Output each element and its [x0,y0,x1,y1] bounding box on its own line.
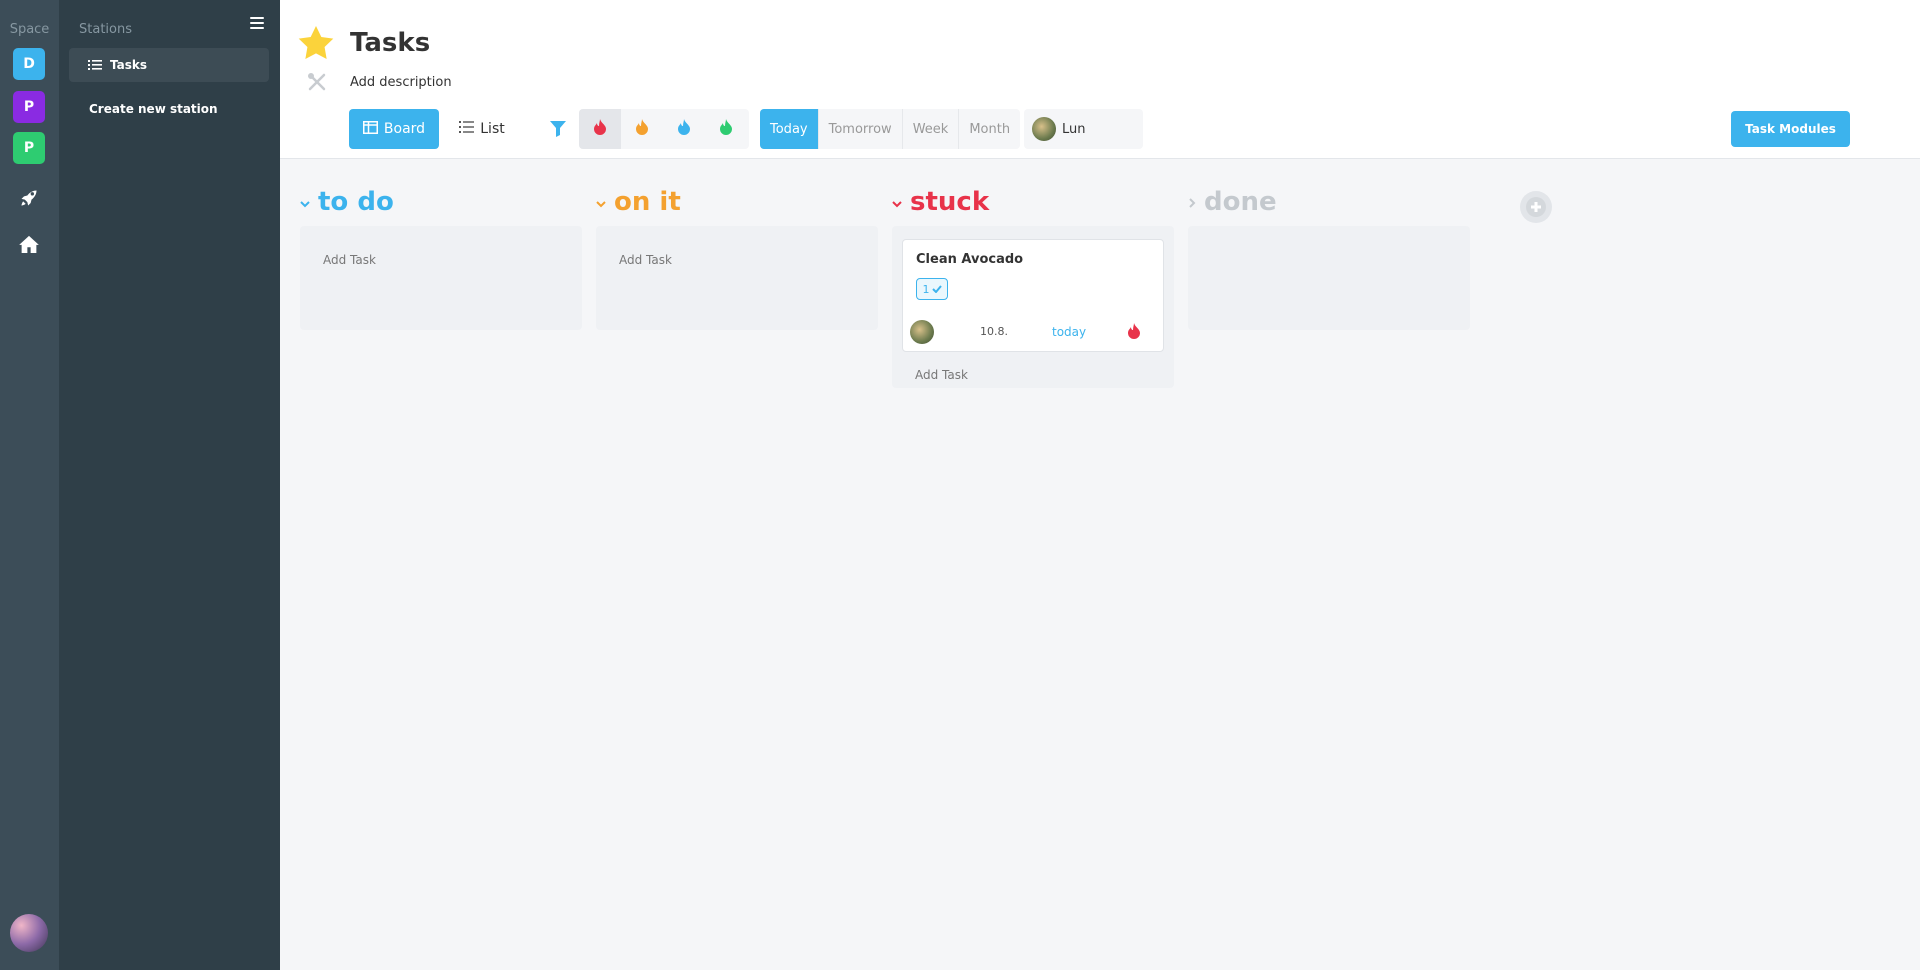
add-task-button[interactable]: Add Task [310,239,572,267]
column-body: Clean Avocado 1 10.8. today Add Task [892,226,1174,388]
stations-title: Stations [79,22,132,37]
space-title: Space [9,22,50,37]
priority-none-button[interactable] [705,109,747,149]
station-item-label: Tasks [110,58,148,72]
flame-high-icon[interactable] [1128,323,1140,343]
column-header: to do [300,186,582,218]
task-date: 10.8. [980,325,1008,338]
list-view-label: List [480,121,505,137]
station-item-tasks[interactable]: Tasks [69,48,269,82]
column-title[interactable]: done [1204,187,1277,217]
checkmark-icon [931,283,942,296]
user-avatar[interactable] [10,914,48,952]
chevron-down-icon[interactable] [300,193,310,212]
column-title[interactable]: to do [318,187,394,217]
task-due[interactable]: today [1052,325,1086,339]
chevron-right-icon[interactable] [1188,193,1196,212]
space-tile-p-green[interactable]: P [13,132,45,164]
add-description-input[interactable]: Add description [350,75,452,90]
task-modules-button[interactable]: Task Modules [1731,111,1850,147]
column-body: Add Task [300,226,582,330]
flame-high-icon [594,119,606,139]
checklist-badge[interactable]: 1 [916,278,948,300]
column-header: done [1188,186,1470,218]
date-filter-tomorrow[interactable]: Tomorrow [819,109,903,149]
date-filter-group: Today Tomorrow Week Month [760,109,1021,149]
add-column-icon[interactable] [1520,191,1552,223]
date-filter-week[interactable]: Week [903,109,960,149]
column-title[interactable]: on it [614,187,681,217]
add-task-button[interactable]: Add Task [902,352,1164,382]
column-header: stuck [892,186,1174,218]
user-filter-label: Lun [1062,121,1086,137]
board-view-button[interactable]: Board [349,109,439,149]
column-body [1188,226,1470,330]
create-station-link[interactable]: Create new station [89,102,218,116]
date-filter-today[interactable]: Today [760,109,819,149]
column-body: Add Task [596,226,878,330]
column-title[interactable]: stuck [910,187,989,217]
column-to-do: to do Add Task [300,186,582,330]
board-icon [362,120,378,138]
list-view-button[interactable]: List [452,109,512,149]
flame-none-icon [720,119,732,139]
tasks-icon [88,56,102,75]
column-on-it: on it Add Task [596,186,878,330]
column-header: on it [596,186,878,218]
chevron-down-icon[interactable] [596,193,606,212]
assignee-avatar[interactable] [910,320,934,344]
priority-filter-group [579,109,749,149]
rocket-icon[interactable] [17,186,41,210]
date-filter-month[interactable]: Month [959,109,1020,149]
home-icon[interactable] [17,232,41,256]
hamburger-menu-icon[interactable] [250,17,264,29]
flame-medium-icon [636,119,648,139]
user-filter-button[interactable]: Lun [1024,109,1143,149]
list-icon [459,121,475,137]
column-stuck: stuck Clean Avocado 1 10.8. today Add Ta… [892,186,1174,388]
user-filter-avatar [1032,117,1056,141]
space-tile-d[interactable]: D [13,48,45,80]
flame-low-icon [678,119,690,139]
priority-low-button[interactable] [663,109,705,149]
board-view-label: Board [383,121,426,137]
checklist-count: 1 [922,282,930,296]
chevron-down-icon[interactable] [892,193,902,212]
priority-high-button[interactable] [579,109,621,149]
add-task-button[interactable]: Add Task [606,239,868,267]
tools-icon[interactable] [307,72,327,96]
star-icon[interactable] [298,26,334,64]
task-card[interactable]: Clean Avocado 1 10.8. today [902,239,1164,352]
priority-medium-button[interactable] [621,109,663,149]
page-header: Tasks Add description Board List Today T… [280,0,1920,159]
column-done: done [1188,186,1470,330]
filter-icon[interactable] [550,121,566,141]
stations-panel: Stations Tasks Create new station [59,0,280,970]
space-rail: Space D P P [0,0,59,970]
page-title: Tasks [350,28,431,58]
task-title: Clean Avocado [916,252,1024,267]
space-tile-p-purple[interactable]: P [13,91,45,123]
